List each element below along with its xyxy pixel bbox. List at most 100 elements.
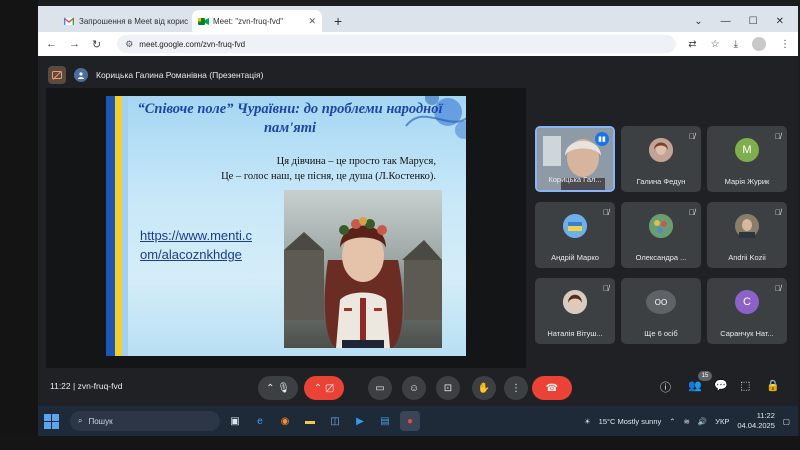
- participant-name: Андрій Марко: [551, 253, 599, 262]
- present-screen-icon: ⊡: [443, 382, 453, 394]
- profile-avatar[interactable]: [752, 37, 766, 51]
- task-view-icon[interactable]: ▣: [225, 411, 245, 431]
- translate-icon[interactable]: ⇄: [688, 39, 696, 50]
- tray-chevron-icon[interactable]: ⌃: [669, 417, 675, 426]
- window-controls: ⌄ — ☐ ✕: [694, 10, 798, 32]
- participant-tile[interactable]: 🎙̸ Andrii Kozii: [707, 202, 787, 268]
- back-icon[interactable]: ←: [46, 38, 57, 50]
- camera-button[interactable]: ⌃ ▢̸: [304, 376, 344, 400]
- wifi-icon[interactable]: ≋: [684, 417, 690, 426]
- menu-dots-icon[interactable]: ⋮: [780, 39, 790, 50]
- window-close-icon[interactable]: ✕: [776, 16, 784, 27]
- clock-time: 11:22: [756, 411, 775, 420]
- mic-muted-icon: 🎙̸: [689, 132, 695, 141]
- slide-menti-link[interactable]: https://www.menti.com/alacoznkhdge: [140, 226, 252, 264]
- present-icon: [52, 70, 62, 80]
- presenter-icon: [78, 72, 84, 79]
- participant-tile[interactable]: 🎙̸ Галина Федун: [621, 126, 701, 192]
- participant-tile[interactable]: 🎙̸ Олександра ...: [621, 202, 701, 268]
- taskbar-search[interactable]: ⌕ Пошук: [70, 411, 220, 431]
- download-icon[interactable]: ⤓: [734, 39, 738, 50]
- windows-start-icon[interactable]: [44, 413, 64, 429]
- media-player-icon[interactable]: ▶: [350, 411, 370, 431]
- gmail-icon: [63, 16, 75, 26]
- reload-icon[interactable]: ↻: [92, 38, 101, 51]
- meeting-details-icon[interactable]: ⓘ: [660, 379, 671, 395]
- presentation-header: Корицька Галина Романівна (Презентація): [48, 66, 263, 84]
- mic-muted-icon: 🎙̸: [603, 284, 609, 293]
- present-now-button[interactable]: ⊡: [436, 376, 460, 400]
- taskbar-clock[interactable]: 11:22 04.04.2025: [737, 411, 775, 431]
- participant-avatar: [563, 214, 587, 238]
- presenter-avatar: [74, 68, 88, 82]
- mic-muted-icon: 🎙̸: [775, 132, 781, 141]
- new-tab-button[interactable]: +: [326, 10, 350, 32]
- emoji-icon: ☺: [408, 382, 420, 394]
- participant-name: Andrii Kozii: [728, 253, 766, 262]
- participant-name: Наталія Вітуш...: [547, 329, 603, 338]
- more-participants-tile[interactable]: ОО Ще 6 осіб: [621, 278, 701, 344]
- hang-up-icon: ☎: [545, 382, 559, 394]
- meeting-controls: 11:22 | zvn-fruq-fvd ⌃ 🎙 ⌃ ▢̸ ▭ ☺ ⊡ ✋ ⋮ …: [38, 371, 798, 403]
- meeting-time: 11:22: [50, 381, 71, 391]
- close-icon[interactable]: ✕: [308, 16, 316, 27]
- bezel-bottom: [0, 436, 800, 450]
- participant-tile[interactable]: 🎙̸ C Саранчук Нат...: [707, 278, 787, 344]
- raise-hand-button[interactable]: ✋: [472, 376, 496, 400]
- participant-avatar: M: [735, 138, 759, 162]
- activities-icon[interactable]: ⬚: [740, 379, 750, 392]
- presentation-slide: “Співоче поле” Чураївни: до проблеми нар…: [106, 96, 466, 356]
- captions-button[interactable]: ▭: [368, 376, 392, 400]
- search-icon: ⌕: [78, 416, 83, 425]
- reactions-button[interactable]: ☺: [402, 376, 426, 400]
- camera-off-icon: ▢̸: [324, 382, 335, 394]
- edge-icon[interactable]: e: [250, 411, 270, 431]
- file-explorer-icon[interactable]: ▬: [300, 411, 320, 431]
- clock-date: 04.04.2025: [737, 421, 775, 430]
- chat-icon[interactable]: 💬: [714, 379, 728, 392]
- tab-title: Meet: "zvn-fruq-fvd": [213, 16, 284, 26]
- chevron-up-icon: ⌃: [313, 382, 323, 394]
- forward-icon[interactable]: →: [69, 38, 80, 50]
- participant-avatar: [735, 214, 759, 238]
- maximize-icon[interactable]: ☐: [749, 16, 758, 27]
- photos-icon[interactable]: ▤: [375, 411, 395, 431]
- address-text: meet.google.com/zvn-fruq-fvd: [139, 39, 246, 49]
- store-icon[interactable]: ◫: [325, 411, 345, 431]
- participant-avatar: [649, 214, 673, 238]
- participant-tile[interactable]: 🎙̸ M Марія Журик: [707, 126, 787, 192]
- participant-tile[interactable]: 🎙̸ Андрій Марко: [535, 202, 615, 268]
- site-info-icon[interactable]: ⚙: [125, 39, 133, 50]
- participant-name: Олександра ...: [635, 253, 687, 262]
- address-bar[interactable]: ⚙ meet.google.com/zvn-fruq-fvd: [117, 35, 677, 53]
- weather-icon: ☀: [583, 416, 591, 426]
- participant-tile[interactable]: 🎙̸ Наталія Вітуш...: [535, 278, 615, 344]
- weather-text[interactable]: 15°C Mostly sunny: [599, 417, 662, 426]
- host-controls-icon[interactable]: 🔒: [766, 379, 780, 392]
- tab-meet[interactable]: Meet: "zvn-fruq-fvd" ✕: [192, 10, 322, 32]
- participant-name: Марія Журик: [724, 177, 770, 186]
- participant-tile[interactable]: ▮▮ Корицька Гал...: [535, 126, 615, 192]
- tab-title: Запрошення в Meet від корис: [79, 16, 188, 26]
- firefox-icon[interactable]: ◉: [275, 411, 295, 431]
- tab-gmail-invite[interactable]: Запрошення в Meet від корис ✕: [58, 10, 188, 32]
- volume-icon[interactable]: 🔊: [698, 417, 707, 426]
- participant-name: Саранчук Нат...: [720, 329, 774, 338]
- notifications-icon[interactable]: ▢: [783, 417, 790, 426]
- bookmark-star-icon[interactable]: ☆: [711, 39, 720, 50]
- system-tray: ☀ 15°C Mostly sunny ⌃ ≋ 🔊 УКР 11:22 04.0…: [584, 411, 798, 431]
- people-icon[interactable]: 👥: [688, 379, 702, 392]
- language-indicator[interactable]: УКР: [715, 417, 729, 426]
- presentation-toggle-button[interactable]: [48, 66, 66, 84]
- participant-grid: ▮▮ Корицька Гал... 🎙̸ Галина Федун 🎙̸ M …: [535, 126, 787, 346]
- more-options-button[interactable]: ⋮: [504, 376, 528, 400]
- minimize-icon[interactable]: —: [721, 16, 731, 27]
- chevron-down-icon[interactable]: ⌄: [694, 16, 702, 27]
- mic-muted-icon: 🎙̸: [775, 208, 781, 217]
- screen: Запрошення в Meet від корис ✕ Meet: "zvn…: [0, 0, 800, 450]
- leave-call-button[interactable]: ☎: [532, 376, 572, 400]
- taskbar-search-placeholder: Пошук: [88, 416, 113, 426]
- chrome-icon[interactable]: ●: [400, 411, 420, 431]
- microphone-button[interactable]: ⌃ 🎙: [258, 376, 298, 400]
- captions-icon: ▭: [375, 382, 385, 394]
